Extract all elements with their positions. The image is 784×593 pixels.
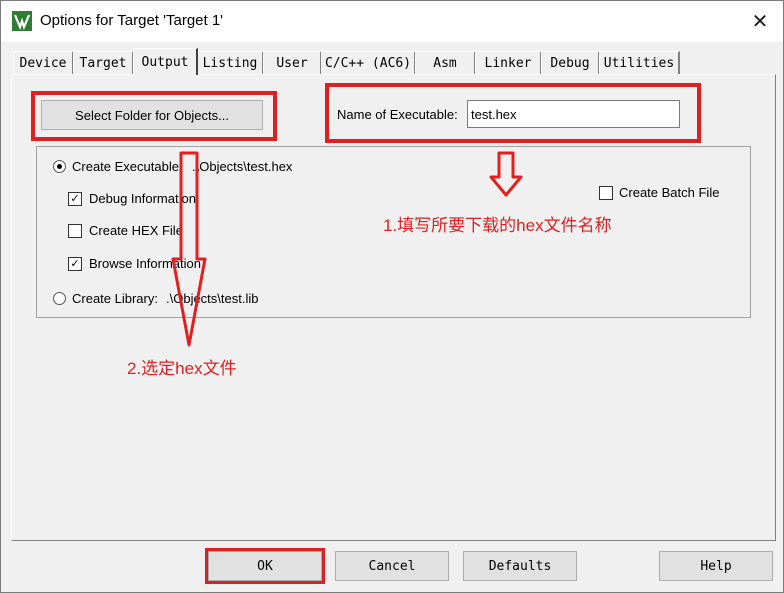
check-icon: ✓ [70, 258, 80, 270]
tab-target[interactable]: Target [73, 51, 134, 74]
title-bar: Options for Target 'Target 1' ✕ [1, 1, 783, 42]
tab-linker[interactable]: Linker [475, 51, 542, 74]
annotation-step1: 1.填写所要下载的hex文件名称 [383, 216, 612, 235]
name-of-executable-label: Name of Executable: [337, 107, 458, 122]
tab-user[interactable]: User [263, 51, 322, 74]
create-hex-label: Create HEX File [89, 223, 183, 238]
tab-output[interactable]: Output [133, 48, 198, 75]
create-executable-radio[interactable] [53, 160, 66, 173]
tab-debug[interactable]: Debug [541, 51, 600, 74]
create-library-label: Create Library: [72, 291, 158, 306]
annotation-arrow-down-2 [171, 151, 207, 347]
create-executable-path: .\Objects\test.hex [192, 159, 293, 174]
tab-c-cpp[interactable]: C/C++ (AC6) [321, 51, 416, 74]
create-batch-checkbox[interactable] [599, 186, 613, 200]
check-icon: ✓ [70, 193, 80, 205]
create-library-radio[interactable] [53, 292, 66, 305]
help-button[interactable]: Help [659, 551, 773, 581]
create-executable-label: Create Executable: [72, 159, 183, 174]
annotation-step2: 2.选定hex文件 [127, 359, 237, 378]
create-batch-label: Create Batch File [619, 185, 720, 200]
tab-asm[interactable]: Asm [415, 51, 476, 74]
annotation-arrow-down-1 [489, 151, 523, 197]
tab-device[interactable]: Device [13, 51, 74, 74]
select-folder-button[interactable]: Select Folder for Objects... [41, 100, 263, 130]
tab-listing[interactable]: Listing [197, 51, 264, 74]
create-hex-checkbox[interactable] [68, 224, 82, 238]
name-of-executable-input[interactable]: test.hex [467, 100, 680, 128]
defaults-button[interactable]: Defaults [463, 551, 577, 581]
browse-info-checkbox[interactable]: ✓ [68, 257, 82, 271]
keil-app-icon [12, 11, 32, 31]
close-icon[interactable]: ✕ [737, 1, 783, 42]
tab-utilities[interactable]: Utilities [599, 51, 680, 74]
options-dialog: Options for Target 'Target 1' ✕ Device T… [0, 0, 784, 593]
ok-button[interactable]: OK [205, 548, 325, 584]
debug-info-checkbox[interactable]: ✓ [68, 192, 82, 206]
cancel-button[interactable]: Cancel [335, 551, 449, 581]
window-title: Options for Target 'Target 1' [40, 12, 224, 29]
